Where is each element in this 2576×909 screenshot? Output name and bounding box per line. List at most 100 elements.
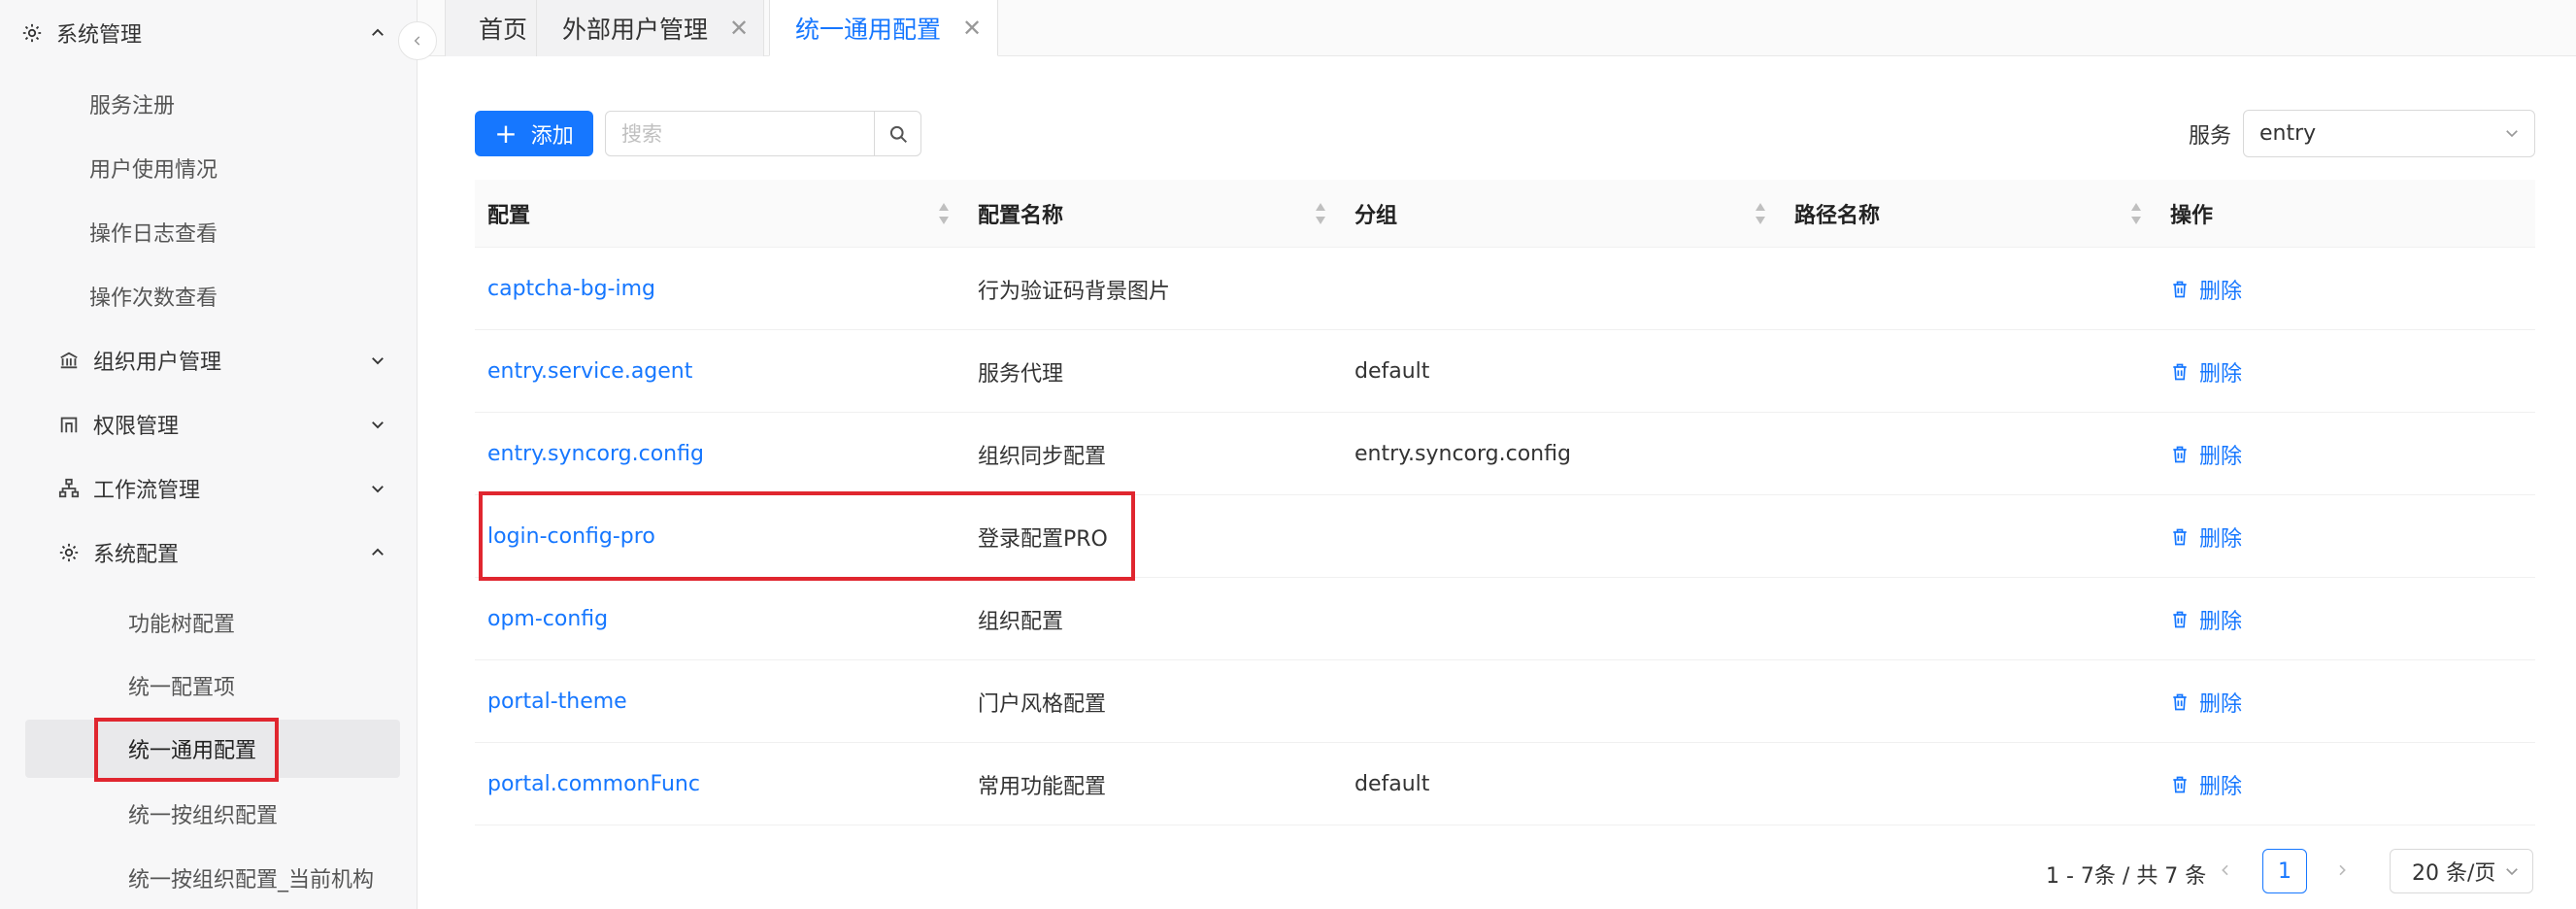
delete-label: 删除 bbox=[2199, 444, 2243, 469]
table-row: captcha-bg-img 行为验证码背景图片 删除 bbox=[475, 248, 2535, 330]
sort-icon[interactable] bbox=[1314, 201, 1327, 226]
sort-icon[interactable] bbox=[1754, 201, 1767, 226]
sidebar-item-unified-org-config-current[interactable]: 统一按组织配置_当前机构 bbox=[0, 849, 418, 907]
chevron-up-icon bbox=[367, 542, 388, 563]
delete-button[interactable]: 删除 bbox=[2170, 769, 2242, 800]
trash-icon bbox=[2170, 280, 2199, 299]
trash-icon bbox=[2170, 610, 2199, 629]
sidebar-item-label: 功能树配置 bbox=[128, 613, 236, 637]
group-cell: entry.syncorg.config bbox=[1355, 442, 1571, 466]
sidebar-group-org-users[interactable]: 组织用户管理 bbox=[0, 331, 418, 389]
sidebar-collapse-button[interactable] bbox=[398, 21, 437, 60]
table-row: portal-theme 门户风格配置 删除 bbox=[475, 660, 2535, 743]
sidebar-group-workflow[interactable]: 工作流管理 bbox=[0, 459, 418, 518]
table-row: entry.service.agent 服务代理 default 删除 bbox=[475, 330, 2535, 413]
trash-icon bbox=[2170, 362, 2199, 382]
sidebar-item-label: 统一按组织配置 bbox=[128, 804, 279, 828]
chevron-down-icon bbox=[2503, 861, 2521, 886]
actions-cell: 删除 bbox=[2170, 578, 2242, 660]
close-icon[interactable]: ✕ bbox=[729, 15, 749, 42]
sidebar-group-system-config[interactable]: 系统配置 bbox=[0, 523, 418, 582]
delete-button[interactable]: 删除 bbox=[2170, 522, 2242, 553]
pagination-total: 1 - 7条 / 共 7 条 bbox=[2046, 864, 2207, 889]
delete-label: 删除 bbox=[2199, 691, 2243, 717]
close-icon[interactable]: ✕ bbox=[962, 15, 982, 42]
config-key-link[interactable]: opm-config bbox=[487, 578, 608, 660]
table-row: portal.commonFunc 常用功能配置 default 删除 bbox=[475, 743, 2535, 825]
sort-icon[interactable] bbox=[2129, 201, 2143, 226]
search-button[interactable] bbox=[874, 112, 920, 155]
config-name-cell: 服务代理 bbox=[978, 361, 1064, 387]
sidebar-group-label: 组织用户管理 bbox=[93, 351, 222, 375]
search-input[interactable] bbox=[606, 112, 874, 155]
config-key-link[interactable]: entry.syncorg.config bbox=[487, 413, 704, 495]
sidebar-item-label: 统一配置项 bbox=[128, 676, 236, 700]
config-name-cell: 组织配置 bbox=[978, 609, 1064, 634]
sidebar-item-service-register[interactable]: 服务注册 bbox=[0, 75, 418, 133]
actions-cell: 删除 bbox=[2170, 413, 2242, 495]
config-key-link[interactable]: captcha-bg-img bbox=[487, 248, 655, 330]
group-cell: default bbox=[1355, 772, 1430, 796]
tab-bar: 首页 外部用户管理 ✕ 统一通用配置 ✕ bbox=[418, 0, 2576, 56]
column-header-config-name[interactable]: 配置名称 bbox=[978, 180, 1063, 248]
pagination-next-button[interactable] bbox=[2323, 851, 2361, 890]
delete-label: 删除 bbox=[2199, 774, 2243, 799]
column-header-config[interactable]: 配置 bbox=[487, 180, 530, 248]
sidebar-item-operation-log[interactable]: 操作日志查看 bbox=[0, 203, 418, 261]
column-header-path-name[interactable]: 路径名称 bbox=[1794, 180, 1880, 248]
config-name-cell: 门户风格配置 bbox=[978, 691, 1107, 717]
delete-label: 删除 bbox=[2199, 609, 2243, 634]
delete-button[interactable]: 删除 bbox=[2170, 439, 2242, 470]
bank-icon bbox=[56, 348, 82, 373]
tab-external-users[interactable]: 外部用户管理 ✕ bbox=[536, 0, 764, 56]
sidebar-item-function-tree[interactable]: 功能树配置 bbox=[0, 593, 418, 652]
sort-icon[interactable] bbox=[937, 201, 951, 226]
page-size-value: 20 条/页 bbox=[2412, 861, 2496, 886]
delete-button[interactable]: 删除 bbox=[2170, 274, 2242, 305]
highlight-box bbox=[479, 491, 1135, 581]
pagination-page-current[interactable]: 1 bbox=[2262, 849, 2307, 893]
sidebar-group-label: 系统配置 bbox=[93, 543, 180, 567]
tab-unified-general-config[interactable]: 统一通用配置 ✕ bbox=[769, 0, 998, 56]
sidebar-group-label: 工作流管理 bbox=[93, 479, 201, 503]
service-label: 服务 bbox=[2189, 124, 2232, 149]
gear-icon bbox=[19, 20, 45, 46]
tab-label: 统一通用配置 bbox=[795, 15, 942, 44]
sidebar-item-unified-config-items[interactable]: 统一配置项 bbox=[0, 656, 418, 715]
config-key-link[interactable]: portal-theme bbox=[487, 660, 627, 743]
chevron-left-icon bbox=[2218, 862, 2233, 878]
config-name-cell: 行为验证码背景图片 bbox=[978, 279, 1171, 304]
pagination-prev-button[interactable] bbox=[2206, 851, 2245, 890]
add-button[interactable]: + 添加 bbox=[475, 111, 593, 156]
service-select[interactable]: entry bbox=[2243, 110, 2535, 157]
sidebar-item-label: 操作日志查看 bbox=[89, 222, 218, 247]
sidebar-item-label: 服务注册 bbox=[89, 94, 176, 118]
delete-button[interactable]: 删除 bbox=[2170, 604, 2242, 635]
config-name-cell: 组织同步配置 bbox=[978, 444, 1107, 469]
delete-button[interactable]: 删除 bbox=[2170, 356, 2242, 387]
delete-label: 删除 bbox=[2199, 361, 2243, 387]
chevron-down-icon bbox=[367, 414, 388, 435]
group-cell: default bbox=[1355, 359, 1430, 384]
trash-icon bbox=[2170, 527, 2199, 547]
config-key-link[interactable]: portal.commonFunc bbox=[487, 743, 700, 825]
sidebar-item-unified-org-config[interactable]: 统一按组织配置 bbox=[0, 785, 418, 843]
actions-cell: 删除 bbox=[2170, 495, 2242, 578]
sidebar-group-permissions[interactable]: 权限管理 bbox=[0, 395, 418, 454]
sidebar-item-label: 用户使用情况 bbox=[89, 158, 218, 183]
table-header: 配置 配置名称 分组 路径名称 操作 bbox=[475, 180, 2535, 248]
delete-button[interactable]: 删除 bbox=[2170, 687, 2242, 718]
actions-cell: 删除 bbox=[2170, 248, 2242, 330]
config-name-cell: 常用功能配置 bbox=[978, 774, 1107, 799]
column-header-group[interactable]: 分组 bbox=[1355, 180, 1397, 248]
sidebar-item-operation-count[interactable]: 操作次数查看 bbox=[0, 267, 418, 325]
sidebar-group-system-management[interactable]: 系统管理 bbox=[0, 4, 418, 62]
chevron-left-icon bbox=[411, 34, 424, 48]
pagination-page-size-select[interactable]: 20 条/页 bbox=[2390, 849, 2533, 893]
add-button-label: 添加 bbox=[530, 123, 574, 149]
config-key-link[interactable]: entry.service.agent bbox=[487, 330, 692, 413]
service-select-value: entry bbox=[2259, 121, 2317, 146]
sidebar-item-user-usage[interactable]: 用户使用情况 bbox=[0, 139, 418, 197]
trash-icon bbox=[2170, 775, 2199, 794]
column-header-actions: 操作 bbox=[2170, 204, 2214, 228]
